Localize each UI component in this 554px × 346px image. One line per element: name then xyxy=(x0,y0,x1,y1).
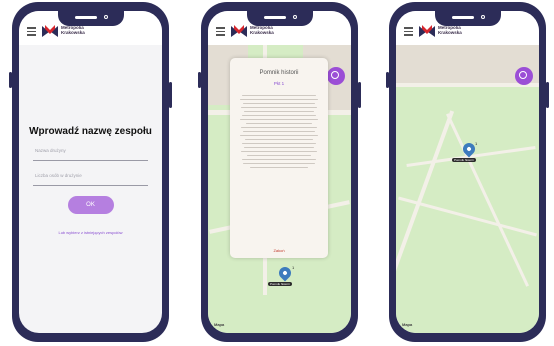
page-title: Wprowadź nazwę zespołu xyxy=(29,126,152,137)
logo-mark-icon xyxy=(231,25,247,37)
phone-notch xyxy=(246,11,313,26)
ok-button[interactable]: OK xyxy=(67,196,114,214)
phone-notch xyxy=(57,11,124,26)
screen-map: Metropolia Krakowska Mapa 1 Pomnik histo… xyxy=(396,11,539,333)
choose-existing-team-link[interactable]: Lub wybierz z istniejących zespołów xyxy=(19,230,162,235)
menu-icon[interactable] xyxy=(27,27,36,36)
screen-team-name: Metropolia Krakowska Wprowadź nazwę zesp… xyxy=(19,11,162,333)
popup-close-link[interactable]: Zakoń xyxy=(230,248,328,253)
pin-label: Pomnik historii xyxy=(452,158,476,162)
popup-title: Pomnik historii xyxy=(259,70,299,76)
poi-popup: Pomnik historii Pkt 1 Zakoń xyxy=(230,58,328,258)
logo-mark-icon xyxy=(419,25,435,37)
app-logo: Metropolia Krakowska xyxy=(230,24,288,40)
logo-mark-icon xyxy=(42,25,58,37)
screen-map-popup: Metropolia Krakowska Mapa Pomnik histori… xyxy=(208,11,351,333)
locate-me-button[interactable] xyxy=(515,67,533,85)
app-logo: Metropolia Krakowska xyxy=(41,24,99,40)
pin-number: 1 xyxy=(292,265,295,270)
map-attribution: Mapa xyxy=(402,322,413,327)
map-attribution: Mapa xyxy=(214,322,225,327)
logo-text: Metropolia Krakowska xyxy=(250,25,274,35)
phone-notch xyxy=(434,11,501,26)
popup-subtitle: Pkt 1 xyxy=(273,81,285,86)
menu-icon[interactable] xyxy=(404,27,413,36)
map-view[interactable]: Mapa xyxy=(396,45,539,333)
menu-icon[interactable] xyxy=(216,27,225,36)
pin-label: Pomnik historii xyxy=(268,282,292,286)
locate-me-button[interactable] xyxy=(327,67,345,85)
phone-frame-1: Metropolia Krakowska Wprowadź nazwę zesp… xyxy=(9,2,172,342)
phone-frame-3: Metropolia Krakowska Mapa 1 Pomnik histo… xyxy=(386,2,549,342)
logo-text: Metropolia Krakowska xyxy=(438,25,462,35)
team-name-field[interactable]: Nazwa drużyny xyxy=(33,148,148,161)
logo-text: Metropolia Krakowska xyxy=(61,25,85,35)
pin-number: 1 xyxy=(475,141,478,146)
phone-frame-2: Metropolia Krakowska Mapa Pomnik histori… xyxy=(198,2,361,342)
popup-body xyxy=(238,92,320,171)
team-size-field[interactable]: Liczba osób w drużynie xyxy=(33,173,148,186)
app-logo: Metropolia Krakowska xyxy=(418,24,476,40)
